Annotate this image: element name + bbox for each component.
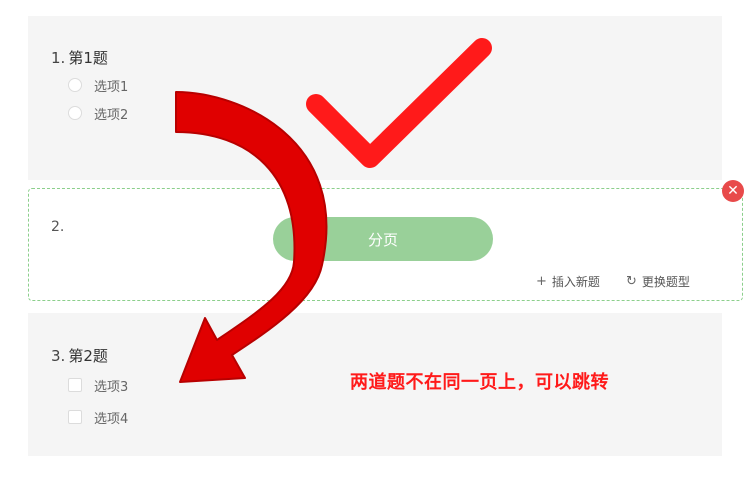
option-radio-1[interactable]: 选项1	[68, 76, 129, 95]
page-break-button[interactable]: 分页	[273, 217, 493, 261]
option-radio-2[interactable]: 选项2	[68, 104, 129, 123]
question-title: 1. 第1题	[51, 47, 108, 68]
question-card-1: 1. 第1题 选项1 选项2	[28, 16, 722, 180]
question-text: 第2题	[68, 347, 108, 365]
radio-button[interactable]	[68, 78, 82, 92]
change-type-button[interactable]: ↻ 更换题型	[626, 273, 690, 290]
swap-icon: ↻	[626, 274, 637, 289]
page-break-block[interactable]: 2. 分页 + 插入新题 ↻ 更换题型	[28, 188, 743, 301]
question-number: 1.	[51, 49, 66, 67]
close-icon[interactable]: ✕	[722, 180, 744, 202]
question-number: 3.	[51, 347, 66, 365]
option-label: 选项1	[94, 79, 129, 95]
option-label: 选项4	[94, 411, 129, 427]
option-checkbox-2[interactable]: 选项4	[68, 408, 129, 427]
insert-question-label: 插入新题	[551, 275, 600, 289]
plus-icon: +	[536, 274, 547, 289]
checkbox[interactable]	[68, 410, 82, 424]
checkbox[interactable]	[68, 378, 82, 392]
option-label: 选项3	[94, 379, 129, 395]
question-title: 3. 第2题	[51, 345, 108, 366]
option-checkbox-1[interactable]: 选项3	[68, 376, 129, 395]
change-type-label: 更换题型	[641, 275, 690, 289]
radio-button[interactable]	[68, 106, 82, 120]
page-break-number: 2.	[51, 219, 65, 235]
insert-question-button[interactable]: + 插入新题	[536, 273, 600, 290]
annotation-text: 两道题不在同一页上，可以跳转	[350, 372, 609, 393]
option-label: 选项2	[94, 107, 129, 123]
question-text: 第1题	[68, 49, 108, 67]
